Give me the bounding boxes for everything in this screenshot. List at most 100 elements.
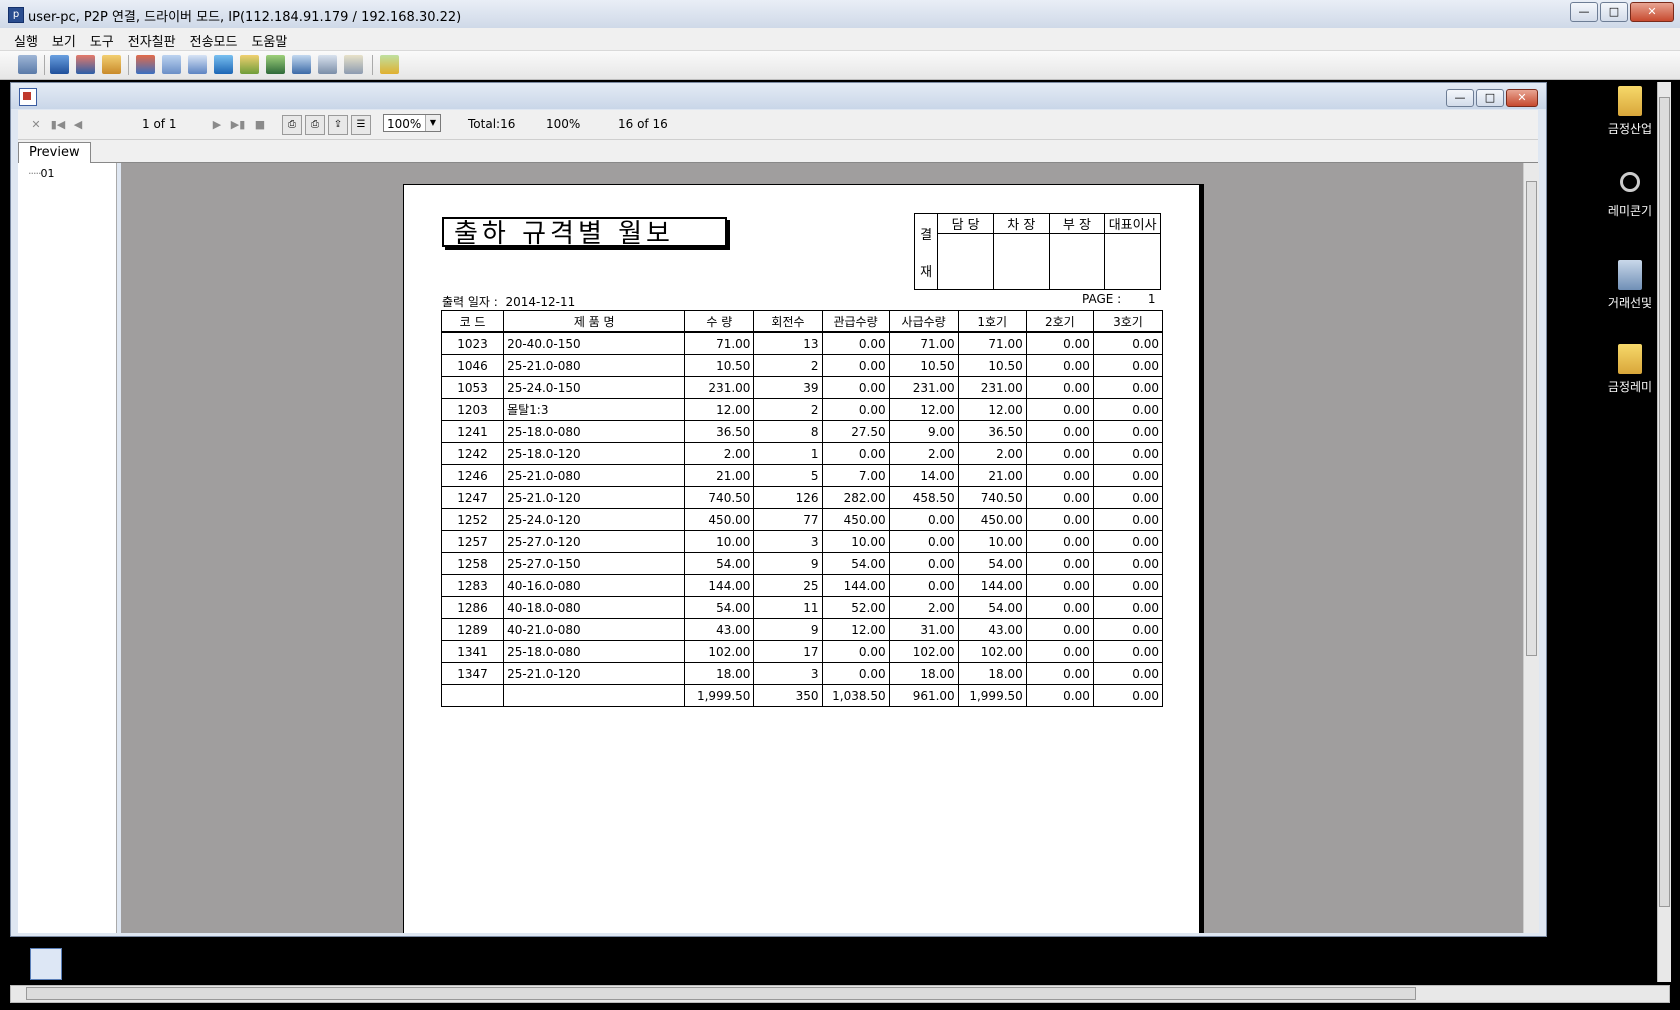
- prev-page-icon[interactable]: ◀: [69, 116, 87, 134]
- minimize-button[interactable]: —: [1570, 2, 1598, 22]
- browser-icon[interactable]: [214, 55, 233, 74]
- screen-capture-icon[interactable]: [136, 55, 155, 74]
- table-cell: 231.00: [957, 376, 1027, 399]
- folder-icon: [1618, 344, 1642, 374]
- last-page-icon[interactable]: ▶▮: [229, 116, 247, 134]
- file-transfer-icon[interactable]: [102, 55, 121, 74]
- table-cell: 1341: [440, 640, 505, 663]
- clipboard-icon[interactable]: [188, 55, 207, 74]
- total-cell: 0.00: [1092, 684, 1164, 707]
- tab-row: Preview: [18, 140, 1538, 163]
- first-page-icon[interactable]: ▮◀: [49, 116, 67, 134]
- table-cell: 25-27.0-120: [503, 530, 686, 553]
- table-cell: 0.00: [1025, 552, 1094, 575]
- monitor-icon[interactable]: [50, 55, 69, 74]
- table-cell: 0.00: [821, 640, 890, 663]
- table-cell: 458.50: [888, 486, 959, 509]
- computers-icon[interactable]: [318, 55, 337, 74]
- zoom-select[interactable]: 100% ▼: [383, 114, 441, 132]
- scroll-thumb[interactable]: [26, 987, 1416, 1000]
- export-icon[interactable]: ⇪: [328, 115, 348, 135]
- print-icon[interactable]: ⎙: [282, 115, 302, 135]
- column-header: 코 드: [440, 310, 505, 333]
- report-close-button[interactable]: ✕: [1506, 89, 1538, 107]
- group-tree-icon[interactable]: ☰: [351, 115, 371, 135]
- column-header: 제 품 명: [503, 310, 686, 333]
- chat-icon[interactable]: [162, 55, 181, 74]
- network-icon[interactable]: [266, 55, 285, 74]
- close-button[interactable]: ✕: [1630, 2, 1674, 22]
- table-cell: 0.00: [1092, 574, 1164, 597]
- report-vertical-scrollbar[interactable]: [1523, 163, 1539, 933]
- report-maximize-button[interactable]: □: [1476, 89, 1504, 107]
- table-cell: 0.00: [1025, 574, 1094, 597]
- table-cell: 450.00: [684, 508, 755, 531]
- table-cell: 12.00: [821, 618, 890, 641]
- table-cell: 2.00: [684, 442, 755, 465]
- maximize-button[interactable]: □: [1600, 2, 1628, 22]
- table-cell: 77: [753, 508, 823, 531]
- percent-read: 100%: [546, 117, 581, 131]
- table-cell: 몰탈1:3: [503, 398, 686, 421]
- total-cell: [440, 684, 505, 707]
- tree-item[interactable]: ·····01: [28, 167, 54, 180]
- report-title: 출하 규격별 월보: [442, 217, 727, 249]
- table-cell: 0.00: [1025, 508, 1094, 531]
- table-cell: 10.50: [888, 354, 959, 377]
- table-cell: 0.00: [1092, 508, 1164, 531]
- table-cell: 0.00: [1025, 486, 1094, 509]
- table-cell: 25-18.0-080: [503, 640, 686, 663]
- table-cell: 0.00: [821, 442, 890, 465]
- menu-view[interactable]: 보기: [45, 28, 83, 50]
- table-cell: 0.00: [1025, 442, 1094, 465]
- menu-transfer-mode[interactable]: 전송모드: [183, 28, 245, 50]
- shortcut-icon[interactable]: [30, 948, 62, 980]
- table-cell: 18.00: [957, 662, 1027, 685]
- chevron-down-icon: ▼: [425, 115, 440, 131]
- system-info-icon[interactable]: [292, 55, 311, 74]
- table-cell: 102.00: [888, 640, 959, 663]
- outer-horizontal-scrollbar[interactable]: [10, 985, 1670, 1003]
- table-cell: 25-21.0-120: [503, 662, 686, 685]
- table-cell: 450.00: [957, 508, 1027, 531]
- menu-run[interactable]: 실행: [7, 28, 45, 50]
- table-cell: 36.50: [957, 420, 1027, 443]
- print-setup-icon[interactable]: ⎙: [305, 115, 325, 135]
- table-cell: 1257: [440, 530, 505, 553]
- toolbar-separator: [128, 55, 129, 75]
- settings-icon[interactable]: [344, 55, 363, 74]
- user-icon[interactable]: [240, 55, 259, 74]
- disconnect-icon[interactable]: [380, 55, 399, 74]
- table-row: 1252 25-24.0-120 450.00 77 450.00 0.00 450.00 0…: [440, 508, 1164, 531]
- connection-icon[interactable]: [18, 55, 37, 74]
- next-page-icon[interactable]: ▶: [208, 116, 226, 134]
- table-cell: 1241: [440, 420, 505, 443]
- table-header-row: 코 드제 품 명수 량 회전수 관급수량 사급수량 1호기 2호기 3호기: [440, 310, 1164, 333]
- menu-tools[interactable]: 도구: [83, 28, 121, 50]
- outer-vertical-scrollbar[interactable]: [1657, 82, 1671, 982]
- scroll-thumb[interactable]: [1526, 181, 1537, 656]
- table-cell: 40-21.0-080: [503, 618, 686, 641]
- table-cell: 3: [753, 530, 823, 553]
- menu-bar: 실행 보기 도구 전자칠판 전송모드 도움말: [0, 28, 1680, 51]
- total-records: Total:16: [468, 117, 516, 131]
- table-cell: 0.00: [1092, 354, 1164, 377]
- table-cell: 39: [753, 376, 823, 399]
- tab-preview[interactable]: Preview: [18, 142, 91, 163]
- menu-whiteboard[interactable]: 전자칠판: [121, 28, 183, 50]
- table-cell: 0.00: [1025, 662, 1094, 685]
- stop-icon[interactable]: ■: [251, 116, 269, 134]
- table-cell: 0.00: [821, 398, 890, 421]
- close-report-icon[interactable]: ✕: [27, 116, 45, 134]
- scroll-thumb[interactable]: [1659, 97, 1670, 907]
- table-cell: 25-21.0-080: [503, 464, 686, 487]
- table-row: 1289 40-21.0-080 43.00 9 12.00 31.00 43.00 0.00…: [440, 618, 1164, 641]
- report-minimize-button[interactable]: —: [1446, 89, 1474, 107]
- remote-control-icon[interactable]: [76, 55, 95, 74]
- table-row: 1023 20-40.0-150 71.00 13 0.00 71.00 71.00 0.00…: [440, 331, 1164, 355]
- table-cell: 0.00: [1025, 354, 1094, 377]
- menu-help[interactable]: 도움말: [244, 28, 294, 50]
- table-cell: 1: [753, 442, 823, 465]
- table-cell: 2.00: [888, 596, 959, 619]
- table-cell: 12.00: [957, 398, 1027, 421]
